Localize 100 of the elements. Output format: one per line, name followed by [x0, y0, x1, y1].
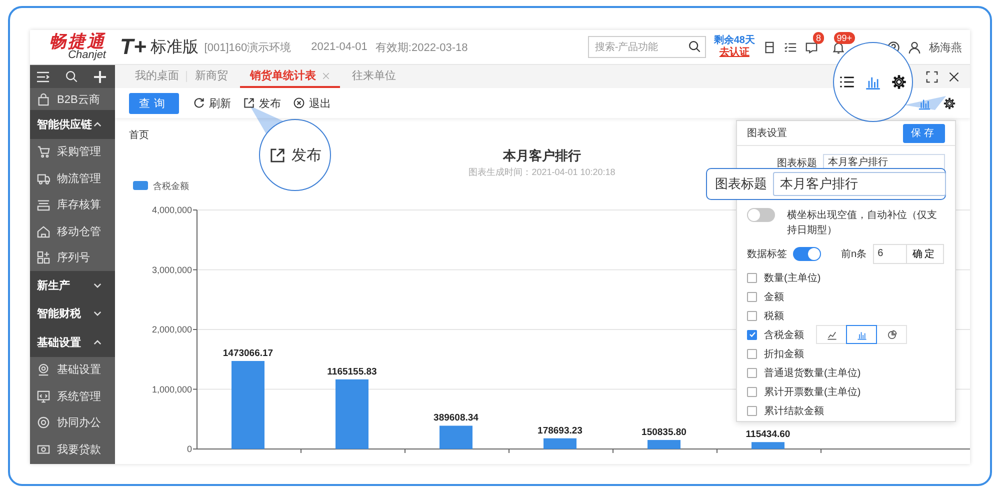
- sidebar-group[interactable]: 基础设置: [30, 328, 115, 356]
- webcam-icon: [37, 363, 50, 376]
- product-mark: T+: [120, 34, 146, 60]
- search-field[interactable]: 搜索-产品功能: [588, 36, 706, 58]
- line-chart-icon: [826, 330, 836, 340]
- sidebar-item-label: 系统管理: [57, 390, 101, 404]
- tray-icon: [37, 198, 50, 212]
- save-button[interactable]: 保存: [903, 124, 945, 142]
- field-label: 累计开票数量(主单位): [764, 386, 861, 398]
- sidebar-item-label: 移动仓管: [57, 224, 101, 239]
- axis-tick-label: 3,000,000: [152, 264, 192, 275]
- tab-label: 销货单统计表: [250, 68, 316, 83]
- user-name[interactable]: 杨海燕: [929, 40, 962, 54]
- banknote-icon: [37, 442, 50, 456]
- house-icon: [37, 224, 50, 238]
- sidebar-group[interactable]: 新生产: [30, 271, 115, 300]
- check-icon: [748, 331, 756, 338]
- environment-label: [001]160演示环境: [204, 40, 292, 54]
- sidebar-group-label: 新生产: [37, 278, 70, 293]
- tab[interactable]: 往来单位: [344, 65, 404, 88]
- checkbox[interactable]: [747, 292, 757, 302]
- checklist-icon[interactable]: [784, 40, 797, 54]
- axis-tick-label: 4,000,000: [152, 205, 192, 215]
- field-label: 普通退货数量(主单位): [764, 366, 861, 380]
- data-label: 178693.23: [538, 425, 582, 436]
- add-icon[interactable]: [93, 70, 107, 84]
- query-button[interactable]: 查询: [129, 92, 179, 114]
- sidebar-item[interactable]: 物流管理: [30, 165, 115, 192]
- checkbox[interactable]: [747, 310, 757, 320]
- target-icon: [37, 416, 50, 430]
- data-label: 1165155.83: [327, 366, 377, 378]
- checkbox[interactable]: [747, 348, 757, 358]
- sidebar-item[interactable]: 库存核算: [30, 192, 115, 218]
- checkbox[interactable]: [747, 330, 757, 340]
- bar: [648, 440, 680, 449]
- sidebar-item[interactable]: B2B云商: [30, 88, 115, 110]
- toggle-switch[interactable]: [793, 247, 821, 261]
- menu-icon[interactable]: [36, 70, 50, 84]
- sidebar-item-label: 序列号: [57, 250, 90, 266]
- publish-label: 发布: [292, 146, 322, 164]
- data-label: 1473066.17: [222, 348, 274, 359]
- search-icon: [688, 40, 701, 53]
- sidebar-item-label: 基础设置: [57, 363, 101, 378]
- data-label: 115434.60: [746, 429, 790, 440]
- date-label: 2021-04-01: [311, 41, 368, 53]
- sidebar-item[interactable]: 系统管理: [30, 383, 115, 410]
- monitor-icon: [37, 390, 50, 403]
- tab[interactable]: 我的桌面: [127, 65, 187, 88]
- search-icon[interactable]: [65, 70, 78, 83]
- message-icon[interactable]: [805, 40, 818, 54]
- bar: [336, 379, 368, 449]
- tab-label: 往来单位: [352, 69, 396, 83]
- sidebar-item-label: 我要贷款: [57, 442, 101, 457]
- settings-icon[interactable]: [943, 96, 956, 110]
- tab[interactable]: 新商贸: [187, 65, 236, 88]
- checkbox[interactable]: [747, 386, 757, 396]
- sidebar-item[interactable]: 协同办公: [30, 410, 115, 436]
- chart-subtitle: 图表生成时间：2021-04-01 10:20:18: [468, 167, 616, 177]
- sidebar-group[interactable]: 智能供应链: [30, 110, 115, 138]
- sidebar-item[interactable]: 采购管理: [30, 138, 115, 165]
- toggle-switch[interactable]: [747, 208, 775, 222]
- axis-tick-label: 2,000,000: [152, 324, 192, 334]
- calculator-icon[interactable]: [763, 40, 776, 54]
- axis-tick-label: 1,000,000: [152, 384, 192, 394]
- sidebar-group[interactable]: 智能财税: [30, 300, 115, 328]
- refresh-button[interactable]: 刷新: [193, 96, 231, 110]
- checkbox[interactable]: [747, 368, 757, 378]
- tab[interactable]: 销货单统计表: [240, 65, 340, 88]
- bell-icon[interactable]: [832, 40, 845, 54]
- chart-title: 本月客户排行: [503, 148, 581, 163]
- checkbox[interactable]: [747, 406, 757, 416]
- user-icon[interactable]: [908, 40, 921, 54]
- sidebar-group-label: 基础设置: [37, 336, 81, 350]
- toggle-label: 横坐标出现空值，自动补位（仅支持日期型）: [787, 208, 938, 238]
- sidebar-item-label: 采购管理: [57, 145, 101, 160]
- panel-title: 图表设置: [747, 126, 787, 140]
- sidebar-item-label: 协同办公: [57, 416, 101, 430]
- sidebar-item[interactable]: 序列号: [30, 244, 115, 271]
- sidebar-item-label: 库存核算: [57, 198, 101, 212]
- sidebar-item[interactable]: 我要贷款: [30, 436, 115, 462]
- exit-button[interactable]: 退出: [293, 96, 331, 110]
- legend-label: 含税金额: [153, 181, 189, 191]
- confirm-button[interactable]: 确定: [906, 244, 944, 264]
- sidebar-item[interactable]: 基础设置: [30, 356, 115, 383]
- chart-type-button[interactable]: [846, 325, 877, 344]
- bar-chart-icon: [856, 330, 866, 340]
- bar: [752, 442, 784, 449]
- fullscreen-icon[interactable]: [926, 70, 938, 82]
- share-icon: [268, 146, 286, 164]
- checkbox[interactable]: [747, 272, 757, 282]
- field-label: 图表标题: [777, 156, 817, 170]
- verify-link[interactable]: 去认证: [719, 47, 750, 59]
- publish-button[interactable]: 发布: [243, 96, 281, 110]
- field-label: 税额: [764, 310, 784, 322]
- breadcrumb[interactable]: 首页: [129, 126, 149, 146]
- sidebar-item[interactable]: 移动仓管: [30, 218, 115, 244]
- bar: [440, 426, 472, 449]
- data-label: 389608.34: [434, 412, 478, 424]
- field-label: 数量(主单位): [764, 272, 821, 284]
- close-icon[interactable]: [948, 70, 960, 82]
